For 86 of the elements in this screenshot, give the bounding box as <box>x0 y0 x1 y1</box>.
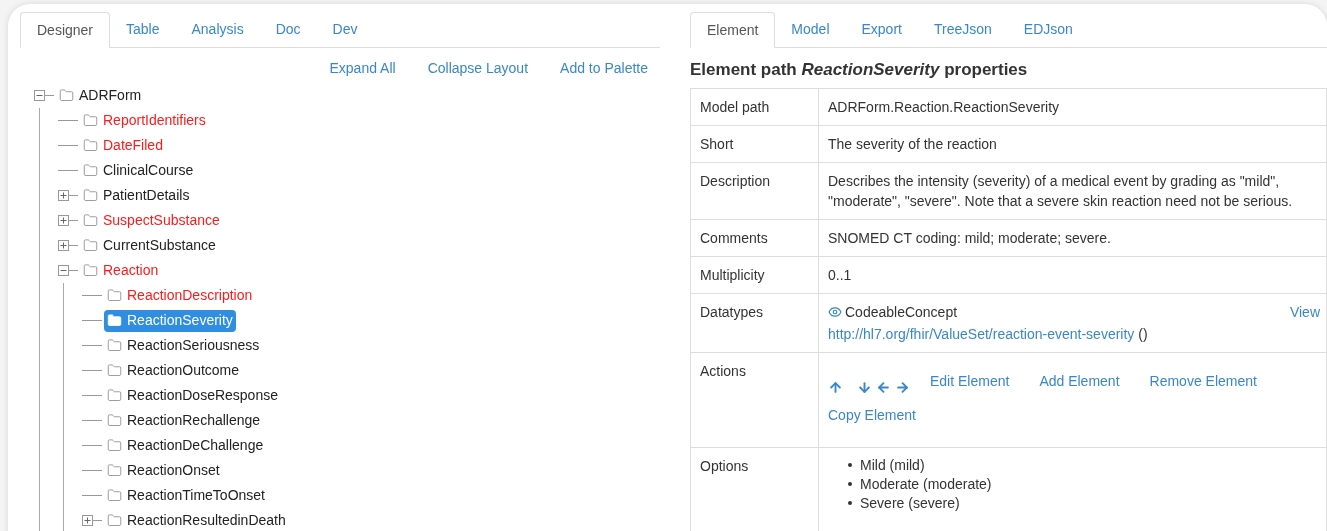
tree-node[interactable]: ReactionOnset <box>104 459 223 482</box>
plus-box-icon[interactable] <box>82 515 93 526</box>
folder-icon <box>83 163 98 178</box>
tree-node[interactable]: ReactionRechallenge <box>104 409 264 432</box>
folder-icon <box>107 388 122 403</box>
plus-box-icon[interactable] <box>58 190 69 201</box>
tree-action-link[interactable]: Collapse Layout <box>427 58 529 79</box>
folder-icon <box>83 238 98 253</box>
option-item: Moderate (moderate) <box>860 475 992 494</box>
view-link[interactable]: View <box>1289 301 1320 322</box>
property-label: Comments <box>700 229 768 246</box>
tree-action-link[interactable]: Expand All <box>329 58 396 79</box>
property-label: Description <box>700 172 771 189</box>
option-item: Severe (severe) <box>860 494 960 513</box>
property-value: 0..1 <box>828 266 852 283</box>
property-label: Multiplicity <box>700 266 765 283</box>
tree-node[interactable]: ReactionSeriousness <box>104 334 263 357</box>
tab[interactable]: Model <box>775 11 846 47</box>
property-label: Short <box>700 135 734 152</box>
value-set-suffix: () <box>1138 324 1148 344</box>
datatype-name: CodeableConcept <box>845 302 958 322</box>
property-value: ADRForm.Reaction.ReactionSeverity <box>828 98 1060 115</box>
property-label: Datatypes <box>700 303 764 320</box>
folder-icon <box>83 213 98 228</box>
folder-icon <box>107 363 122 378</box>
arrow-down-icon[interactable] <box>857 380 872 395</box>
folder-icon <box>107 488 122 503</box>
tree-action-link[interactable]: Add to Palette <box>560 58 648 79</box>
arrow-right-icon[interactable] <box>895 380 910 395</box>
property-value: SNOMED CT coding: mild; moderate; severe. <box>828 229 1111 246</box>
tree-node[interactable]: ReactionResultedinDeath <box>104 509 289 531</box>
property-label: Options <box>700 457 749 474</box>
tab[interactable]: Element <box>690 12 776 48</box>
folder-icon <box>107 463 122 478</box>
folder-icon <box>107 288 122 303</box>
tree-node[interactable]: ReactionDoseResponse <box>104 384 281 407</box>
folder-icon <box>83 263 98 278</box>
property-label: Model path <box>700 98 770 115</box>
tab[interactable]: Designer <box>20 12 111 48</box>
plus-box-icon[interactable] <box>58 240 69 251</box>
folder-icon <box>83 188 98 203</box>
eye-icon <box>828 304 842 319</box>
property-value: Describes the intensity (severity) of a medical event by grading as "mild", "moderate", "severe". Note that a severe skin reaction need not be serious. <box>828 172 1293 209</box>
folder-icon <box>83 113 98 128</box>
tab[interactable]: Dev <box>316 11 374 47</box>
folder-icon <box>107 413 122 428</box>
folder-icon <box>107 313 122 328</box>
tree-node[interactable]: PatientDetails <box>80 184 193 207</box>
tree-node[interactable]: Reaction <box>80 259 162 282</box>
plus-box-icon[interactable] <box>58 215 69 226</box>
folder-icon <box>107 513 122 528</box>
tree-node[interactable]: SuspectSubstance <box>80 209 223 232</box>
tree-node[interactable]: CurrentSubstance <box>80 234 219 257</box>
tree-node[interactable]: ClinicalCourse <box>80 159 197 182</box>
action-link[interactable]: Edit Element <box>930 370 1010 391</box>
tab[interactable]: Export <box>845 11 918 47</box>
folder-icon <box>107 338 122 353</box>
tree-node[interactable]: ReactionDeChallenge <box>104 434 267 457</box>
value-set-link[interactable]: http://hl7.org/fhir/ValueSet/reaction-event-severity <box>828 323 1135 344</box>
action-link[interactable]: Remove Element <box>1149 370 1257 391</box>
tree-node[interactable]: ReportIdentifiers <box>80 109 209 132</box>
minus-box-icon[interactable] <box>34 90 45 101</box>
tree-node[interactable]: ReactionTimeToOnset <box>104 484 268 507</box>
property-value: The severity of the reaction <box>828 135 997 152</box>
tree-node[interactable]: ADRForm <box>56 84 145 107</box>
tab[interactable]: TreeJson <box>917 11 1008 47</box>
folder-icon <box>59 88 74 103</box>
tab[interactable]: Analysis <box>175 11 260 47</box>
properties-heading: Element path ReactionSeverity properties <box>690 59 1029 81</box>
folder-icon <box>83 138 98 153</box>
tab[interactable]: EDJson <box>1007 11 1089 47</box>
bullet-icon <box>848 463 852 467</box>
tab[interactable]: Table <box>110 11 176 47</box>
option-item: Mild (mild) <box>860 456 925 475</box>
action-link[interactable]: Add Element <box>1039 370 1120 391</box>
bullet-icon <box>848 501 852 505</box>
tree-node[interactable]: DateFiled <box>80 134 166 157</box>
bullet-icon <box>848 482 852 486</box>
minus-box-icon[interactable] <box>58 265 69 276</box>
action-link[interactable]: Copy Element <box>828 404 916 425</box>
tab[interactable]: Doc <box>259 11 317 47</box>
tree-node[interactable]: ReactionOutcome <box>104 359 243 382</box>
tree-node[interactable]: ReactionSeverity <box>104 309 236 332</box>
folder-icon <box>107 438 122 453</box>
tree-node[interactable]: ReactionDescription <box>104 284 256 307</box>
property-label: Actions <box>700 362 746 379</box>
